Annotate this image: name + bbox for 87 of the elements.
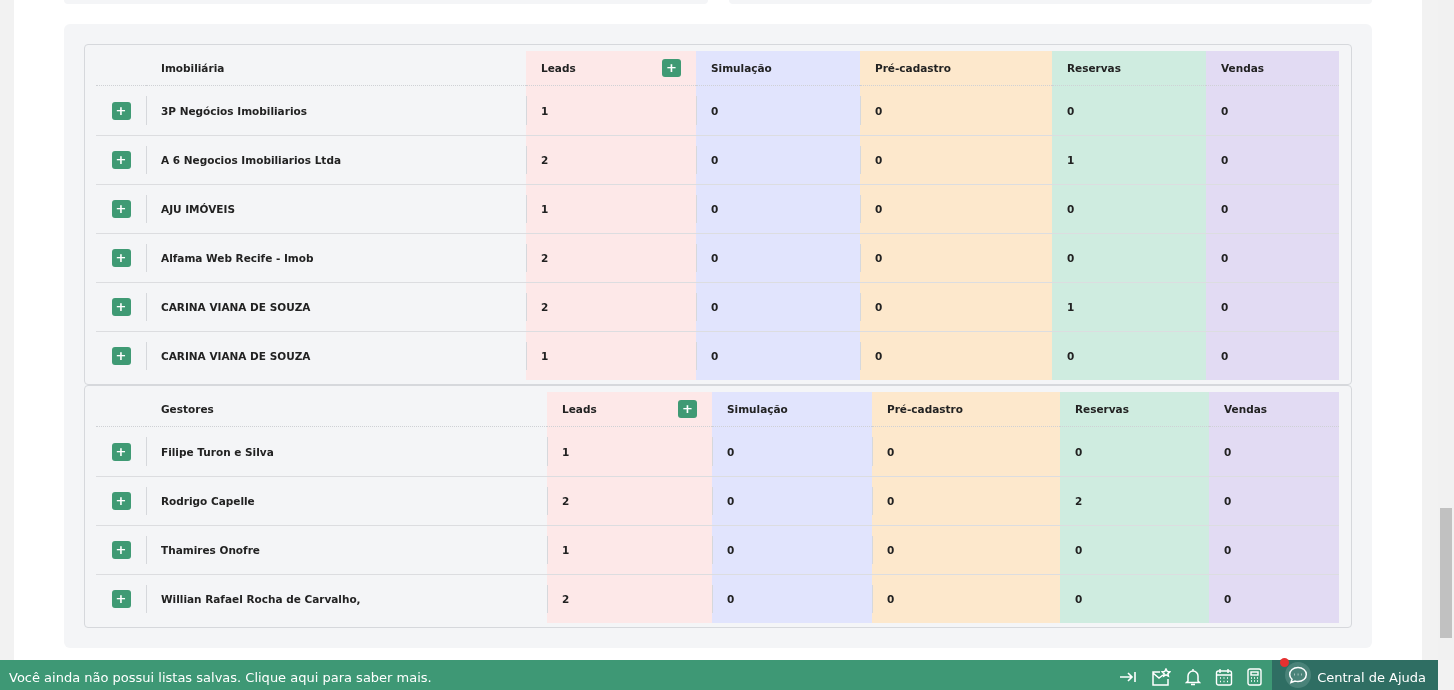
table-cell: 0: [696, 282, 860, 331]
table-cell: 0: [1206, 233, 1339, 282]
table-cell: 0: [1060, 525, 1209, 574]
table-cell: 0: [1209, 476, 1339, 525]
table-cell: 3P Negócios Imobiliarios: [146, 86, 526, 135]
table-cell: 2: [526, 233, 696, 282]
table-cell: 2: [547, 574, 712, 623]
help-center-button[interactable]: Central de Ajuda: [1272, 660, 1438, 690]
table-cell: 2: [547, 476, 712, 525]
table-cell: 0: [1060, 427, 1209, 476]
column-label: Leads: [562, 403, 597, 415]
table-cell: 0: [860, 184, 1052, 233]
table-cell: 0: [872, 574, 1060, 623]
table-cell: 0: [1209, 574, 1339, 623]
table-cell: 0: [1209, 525, 1339, 574]
expand-button[interactable]: +: [111, 298, 131, 316]
table-cell: 1: [547, 427, 712, 476]
expand-button[interactable]: +: [111, 590, 131, 608]
expand-button[interactable]: +: [111, 200, 131, 218]
table-cell: 0: [872, 476, 1060, 525]
table-cell: 1: [1052, 135, 1206, 184]
table-cell: 0: [1052, 184, 1206, 233]
expand-button[interactable]: +: [111, 541, 131, 559]
column-label: Leads: [541, 62, 576, 74]
table-cell: 0: [696, 135, 860, 184]
column-label: Vendas: [1224, 403, 1267, 415]
saved-lists-message[interactable]: Você ainda não possui listas salvas. Clique aqui para saber mais.: [0, 665, 1120, 685]
table-cell: 0: [1206, 331, 1339, 380]
table-cell: 0: [1052, 331, 1206, 380]
table-cell: 0: [860, 282, 1052, 331]
table-cell: 0: [696, 184, 860, 233]
expand-button[interactable]: +: [111, 151, 131, 169]
expand-button[interactable]: +: [111, 347, 131, 365]
chat-icon: [1288, 666, 1309, 684]
add-button[interactable]: +: [678, 400, 697, 418]
table-cell: 0: [1206, 135, 1339, 184]
column-label: Pré-cadastro: [875, 62, 951, 74]
expand-button[interactable]: +: [111, 101, 131, 120]
column-label: Simulação: [711, 62, 772, 74]
column-label: Vendas: [1221, 62, 1264, 74]
add-button[interactable]: +: [662, 59, 681, 77]
scrollbar-thumb[interactable]: [1440, 508, 1452, 638]
arrow-to-bar-icon[interactable]: [1119, 670, 1138, 684]
table-cell: 2: [526, 282, 696, 331]
table-cell: 0: [860, 86, 1052, 135]
bell-icon[interactable]: [1185, 668, 1202, 686]
table-cell: Filipe Turon e Silva: [146, 427, 547, 476]
table-cell: 1: [526, 184, 696, 233]
table-cell: 0: [1052, 233, 1206, 282]
column-label: Simulação: [727, 403, 788, 415]
table-cell: 1: [526, 331, 696, 380]
table-cell: 0: [696, 86, 860, 135]
table-cell: 1: [547, 525, 712, 574]
expand-button[interactable]: +: [111, 492, 131, 510]
column-label: Pré-cadastro: [887, 403, 963, 415]
table-cell: 0: [1209, 427, 1339, 476]
table-cell: Thamires Onofre: [146, 525, 547, 574]
calendar-icon[interactable]: [1215, 668, 1234, 686]
table-cell: 0: [872, 427, 1060, 476]
column-label: Reservas: [1067, 62, 1121, 74]
table-cell: Rodrigo Capelle: [146, 476, 547, 525]
table-cell: 0: [1206, 86, 1339, 135]
table-cell: 2: [1060, 476, 1209, 525]
table-cell: Willian Rafael Rocha de Carvalho,: [146, 574, 547, 623]
table-cell: 0: [712, 574, 872, 623]
table-cell: 0: [1206, 184, 1339, 233]
table-cell: 0: [860, 233, 1052, 282]
table-cell: 0: [1206, 282, 1339, 331]
column-label: Reservas: [1075, 403, 1129, 415]
table-cell: 1: [1052, 282, 1206, 331]
table-cell: 0: [1060, 574, 1209, 623]
table-cell: 0: [696, 233, 860, 282]
table-cell: 0: [1052, 86, 1206, 135]
table-cell: 0: [712, 525, 872, 574]
notification-dot: [1280, 658, 1290, 667]
table-cell: 0: [712, 427, 872, 476]
table-cell: 0: [860, 135, 1052, 184]
expand-button[interactable]: +: [111, 442, 131, 461]
table-cell: 0: [860, 331, 1052, 380]
table-cell: 0: [696, 331, 860, 380]
table-cell: 0: [712, 476, 872, 525]
table-cell: 2: [526, 135, 696, 184]
table-cell: 1: [526, 86, 696, 135]
envelope-star-icon[interactable]: [1151, 668, 1172, 686]
table-cell: 0: [872, 525, 1060, 574]
calculator-icon[interactable]: [1247, 668, 1263, 686]
expand-button[interactable]: +: [111, 249, 131, 267]
